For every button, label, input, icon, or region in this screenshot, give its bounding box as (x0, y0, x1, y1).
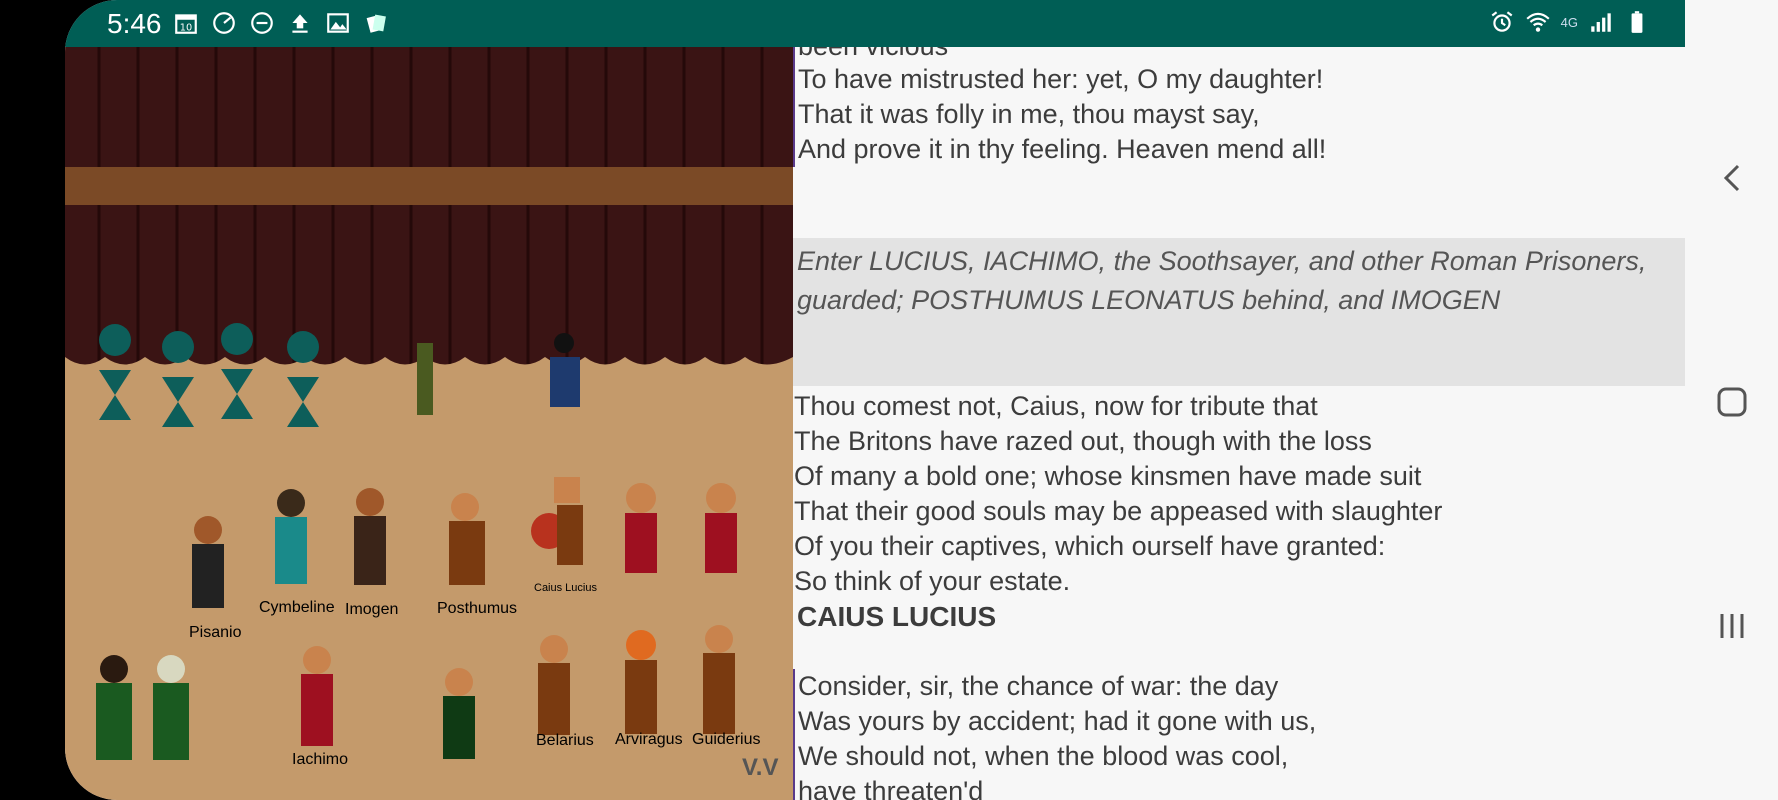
posthumus-figure (449, 493, 485, 585)
status-bar: 5:46 10 4G (65, 0, 1685, 47)
signal-icon (1591, 13, 1611, 32)
battery-icon (1631, 11, 1643, 33)
do-not-disturb-icon (251, 12, 273, 34)
character-label-caius-lucius: Caius Lucius (534, 582, 597, 594)
roman-prisoner-1 (625, 483, 657, 573)
script-line: Of many a bold one; whose kinsmen have m… (794, 461, 1422, 491)
pisanio-figure (192, 516, 224, 608)
speech-marker (793, 47, 795, 167)
script-line: have threaten'd (798, 776, 984, 800)
character-label-cymbeline: Cymbeline (259, 599, 335, 616)
stage-direction-block: Enter LUCIUS, IACHIMO, the Soothsayer, a… (793, 238, 1685, 386)
navigation-bar (1685, 0, 1778, 800)
svg-text:10: 10 (180, 23, 192, 34)
speech-marker (793, 669, 795, 800)
alarm-icon (1491, 11, 1513, 32)
script-line: That it was folly in me, thou mayst say, (798, 99, 1260, 129)
character-label-pisanio: Pisanio (189, 624, 242, 641)
character-label-iachimo: Iachimo (292, 751, 349, 768)
imogen-figure (354, 488, 386, 585)
recents-icon[interactable] (1716, 606, 1748, 646)
script-line: been vicious (798, 47, 948, 62)
stage-corner-label: V.V (742, 754, 779, 781)
guiderius-figure (703, 625, 735, 734)
script-line: Thou comest not, Caius, now for tribute … (794, 391, 1318, 421)
iachimo-figure (301, 646, 333, 746)
script-line: The Britons have razed out, though with … (794, 426, 1372, 456)
soothsayer-figure (443, 668, 475, 759)
status-left-icons: 10 (173, 10, 389, 36)
home-icon[interactable] (1716, 382, 1748, 422)
script-line: And prove it in thy feeling. Heaven mend… (798, 134, 1327, 164)
character-label-arviragus: Arviragus (615, 731, 683, 748)
belarius-figure (538, 635, 570, 735)
status-right-icons: 4G (1489, 9, 1650, 35)
stage-direction-text: Enter LUCIUS, IACHIMO, the Soothsayer, a… (797, 246, 1647, 315)
calendar-icon: 10 (175, 14, 197, 34)
wifi-icon (1526, 12, 1550, 32)
script-line: Consider, sir, the chance of war: the da… (798, 671, 1279, 701)
character-label-imogen: Imogen (345, 601, 399, 618)
character-label-belarius: Belarius (536, 732, 594, 749)
script-line: So think of your estate. (794, 566, 1071, 596)
script-line: Of you their captives, which ourself hav… (794, 531, 1386, 561)
roman-prisoner-2 (705, 483, 737, 573)
cards-icon (366, 14, 386, 33)
image-icon (327, 13, 349, 33)
arviragus-figure (625, 630, 657, 734)
app-screen: 5:46 10 4G Pisanio Cymbeline Imogen Post… (65, 0, 1685, 800)
cymbeline-figure (275, 489, 307, 584)
script-line: That their good souls may be appeased wi… (794, 496, 1443, 526)
character-label-guiderius: Guiderius (692, 731, 761, 748)
character-label-posthumus: Posthumus (437, 600, 518, 617)
back-icon[interactable] (1716, 158, 1748, 198)
script-line: Was yours by accident; had it gone with … (798, 706, 1317, 736)
character-figures (96, 477, 737, 760)
status-time: 5:46 (107, 8, 162, 39)
speaker-name: CAIUS LUCIUS (797, 601, 997, 632)
script-line: To have mistrusted her: yet, O my daught… (798, 64, 1324, 94)
script-text-pane[interactable]: been vicious To have mistrusted her: yet… (793, 47, 1685, 800)
script-line: We should not, when the blood was cool, (798, 741, 1289, 771)
stage-view[interactable]: Pisanio Cymbeline Imogen Posthumus Caius… (65, 47, 793, 800)
caius-lucius-figure (531, 477, 583, 565)
clock-icon (213, 12, 235, 34)
brother-figure-2 (153, 655, 189, 760)
upload-icon (292, 14, 308, 33)
brother-figure-1 (96, 655, 132, 760)
network-type-label: 4G (1560, 14, 1578, 30)
